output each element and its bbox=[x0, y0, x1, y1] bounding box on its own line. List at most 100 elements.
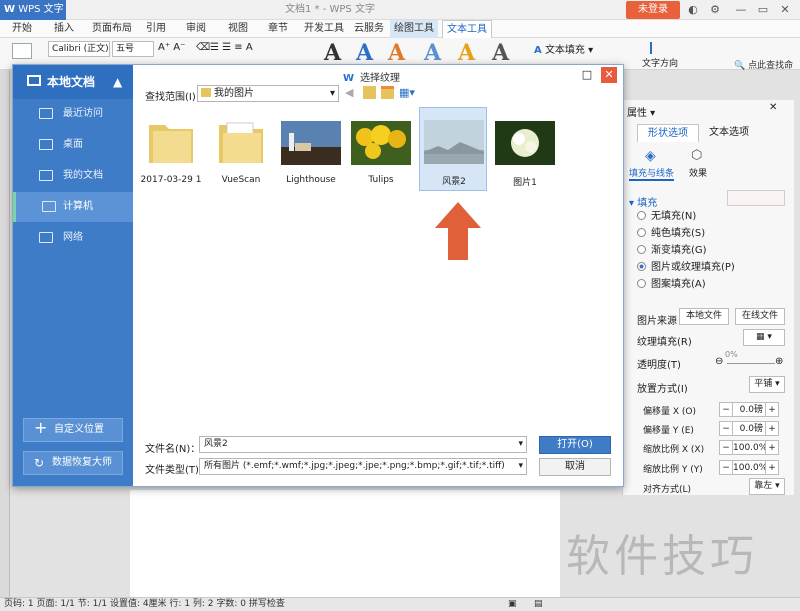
close-button[interactable]: ✕ bbox=[776, 2, 794, 18]
slider-minus-icon[interactable]: ⊖ bbox=[715, 356, 723, 367]
offset-x-stepper[interactable]: −0.0磅 + bbox=[719, 402, 779, 417]
effects-icon[interactable]: ⬡ bbox=[691, 148, 702, 163]
restore-button[interactable]: ▭ bbox=[754, 2, 772, 18]
file-item[interactable]: VueScan bbox=[207, 109, 275, 189]
clock-icon bbox=[39, 108, 53, 119]
fill-line-icon[interactable]: ◈ bbox=[645, 148, 656, 164]
clear-format-icon[interactable]: ⌫ bbox=[196, 42, 210, 53]
login-button[interactable]: 未登录 bbox=[626, 1, 680, 19]
font-size-select[interactable]: 五号 bbox=[112, 41, 154, 57]
texture-picker[interactable]: ▦ ▾ bbox=[743, 329, 785, 346]
file-item[interactable]: Lighthouse bbox=[277, 109, 345, 189]
align-select[interactable]: 靠左 ▾ bbox=[749, 478, 785, 495]
panel-title: 属性 ▾ bbox=[627, 108, 656, 119]
skin-icon[interactable]: ◐ bbox=[684, 2, 702, 18]
app-menu-button[interactable]: W WPS 文字 ▾ bbox=[0, 0, 66, 35]
network-icon bbox=[39, 232, 53, 243]
radio-pattern-fill[interactable]: 图案填充(A) bbox=[637, 278, 706, 292]
tab-text-options[interactable]: 文本选项 bbox=[699, 124, 759, 142]
filetype-select[interactable]: 所有图片 (*.emf;*.wmf;*.jpg;*.jpeg;*.jpe;*.p… bbox=[199, 458, 527, 475]
minimize-button[interactable]: — bbox=[732, 2, 750, 18]
text-style-blue-icon[interactable]: A bbox=[356, 40, 373, 66]
bullets-icon[interactable]: ☰ ☰ ≡ A bbox=[210, 42, 253, 53]
tab-developer[interactable]: 开发工具 bbox=[304, 20, 344, 38]
dialog-title: W 选择纹理 bbox=[343, 73, 401, 84]
local-file-button[interactable]: 本地文件 bbox=[679, 308, 729, 325]
text-direction-label[interactable]: 文字方向 bbox=[642, 56, 678, 69]
dialog-maximize-button[interactable]: □ bbox=[579, 67, 595, 83]
fill-preview[interactable] bbox=[727, 190, 785, 206]
text-style-light-blue-icon[interactable]: A bbox=[424, 40, 441, 66]
subtab-fill-line[interactable]: 填充与线条 bbox=[629, 166, 675, 181]
tab-insert[interactable]: 插入 bbox=[54, 20, 74, 38]
radio-gradient-fill[interactable]: 渐变填充(G) bbox=[637, 244, 707, 258]
tab-chapter[interactable]: 章节 bbox=[268, 20, 288, 38]
fill-section-header[interactable]: ▾ 填充 bbox=[629, 194, 657, 209]
tab-drawing-tools[interactable]: 绘图工具 bbox=[390, 20, 438, 38]
folder-icon bbox=[219, 122, 263, 163]
landscape-image bbox=[424, 120, 484, 164]
transparency-slider[interactable]: ⊖ 0% ⊕ bbox=[715, 350, 785, 370]
dialog-close-button[interactable]: ✕ bbox=[601, 67, 617, 83]
custom-location-button[interactable]: + 自定义位置 bbox=[23, 418, 123, 442]
lighthouse-image bbox=[281, 121, 341, 165]
open-button[interactable]: 打开(O) bbox=[539, 436, 611, 454]
data-recovery-button[interactable]: ↻ 数据恢复大师 bbox=[23, 451, 123, 475]
sidebar-item-recent[interactable]: 最近访问 bbox=[13, 99, 133, 129]
filename-input[interactable]: 风景2 ▾ bbox=[199, 436, 527, 453]
panel-close-icon[interactable]: ✕ bbox=[769, 102, 777, 113]
slider-plus-icon[interactable]: ⊕ bbox=[775, 356, 783, 367]
tulips-image bbox=[351, 121, 411, 165]
text-style-black-icon[interactable]: A bbox=[324, 40, 341, 66]
view-mode-icon[interactable]: ▣ bbox=[508, 598, 517, 611]
placement-select[interactable]: 平铺 ▾ bbox=[749, 376, 785, 393]
tab-view[interactable]: 视图 bbox=[228, 20, 248, 38]
new-folder-icon[interactable] bbox=[381, 86, 394, 99]
plus-icon: + bbox=[34, 418, 48, 437]
look-in-select[interactable]: 我的图片 ▾ bbox=[197, 85, 339, 102]
tab-review[interactable]: 审阅 bbox=[186, 20, 206, 38]
file-name: 图片1 bbox=[513, 178, 537, 188]
up-folder-icon[interactable] bbox=[363, 86, 376, 99]
font-select[interactable]: Calibri (正文) bbox=[48, 41, 110, 57]
cancel-button[interactable]: 取消 bbox=[539, 458, 611, 476]
placement-label: 放置方式(I) bbox=[637, 384, 688, 395]
page-view-icon[interactable]: ▤ bbox=[534, 598, 543, 611]
font-grow-icon[interactable]: A⁺ A⁻ bbox=[158, 42, 185, 53]
sidebar-item-desktop[interactable]: 桌面 bbox=[13, 130, 133, 160]
online-file-button[interactable]: 在线文件 bbox=[735, 308, 785, 325]
offset-y-stepper[interactable]: −0.0磅 + bbox=[719, 421, 779, 436]
align-label: 对齐方式(L) bbox=[643, 485, 692, 495]
tab-home[interactable]: 开始 bbox=[12, 20, 32, 38]
file-item[interactable]: 2017-03-29 1 bbox=[137, 109, 205, 189]
tab-shape-options[interactable]: 形状选项 bbox=[637, 124, 699, 142]
sidebar-item-computer[interactable]: 计算机 bbox=[13, 192, 133, 222]
up-arrow-annotation bbox=[435, 202, 481, 260]
tab-cloud[interactable]: 云服务 bbox=[354, 20, 384, 38]
file-item[interactable]: Tulips bbox=[347, 109, 415, 189]
tab-references[interactable]: 引用 bbox=[146, 20, 166, 38]
text-box-icon[interactable] bbox=[12, 43, 32, 59]
back-icon[interactable]: ◀ bbox=[345, 86, 358, 99]
radio-solid-fill[interactable]: 纯色填充(S) bbox=[637, 227, 705, 241]
radio-no-fill[interactable]: 无填充(N) bbox=[637, 210, 696, 224]
tab-page-layout[interactable]: 页面布局 bbox=[92, 20, 132, 38]
view-menu-icon[interactable]: ▦▾ bbox=[399, 86, 419, 99]
text-style-dark-icon[interactable]: A bbox=[492, 40, 509, 66]
document-page[interactable] bbox=[130, 490, 560, 597]
text-style-gold-icon[interactable]: A bbox=[458, 40, 475, 66]
settings-icon[interactable]: ⚙ bbox=[706, 2, 724, 18]
file-item[interactable]: 图片1 bbox=[491, 109, 559, 189]
text-style-orange-icon[interactable]: A bbox=[388, 40, 405, 66]
subtab-effects[interactable]: 效果 bbox=[689, 166, 707, 179]
scale-x-stepper[interactable]: −100.0%+ bbox=[719, 440, 779, 455]
file-item-selected[interactable]: 风景2 bbox=[419, 107, 487, 191]
scale-y-stepper[interactable]: −100.0%+ bbox=[719, 460, 779, 475]
sidebar-item-network[interactable]: 网络 bbox=[13, 223, 133, 253]
text-direction-icon[interactable] bbox=[650, 42, 664, 54]
title-bar: W WPS 文字 ▾ 文档1 * - WPS 文字 未登录 ◐ ⚙ — ▭ ✕ bbox=[0, 0, 800, 35]
radio-picture-fill[interactable]: 图片或纹理填充(P) bbox=[637, 261, 735, 275]
sidebar-item-documents[interactable]: 我的文档 bbox=[13, 161, 133, 191]
tab-text-tools[interactable]: 文本工具 bbox=[442, 20, 492, 38]
text-fill-button[interactable]: A 文本填充 ▾ bbox=[534, 41, 593, 56]
